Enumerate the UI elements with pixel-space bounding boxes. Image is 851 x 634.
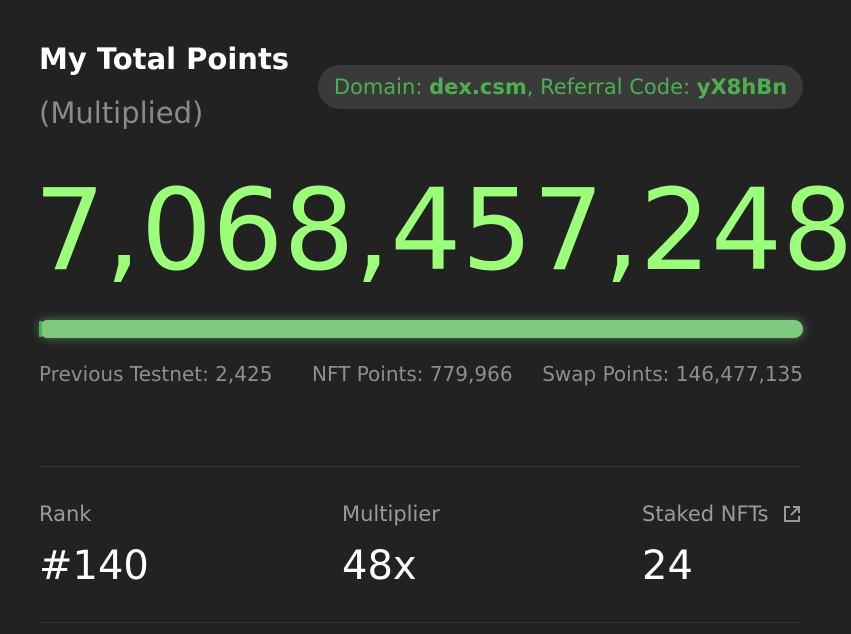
- section-divider-bottom: [39, 622, 803, 623]
- progress-start-marker: [39, 321, 42, 337]
- rank-label: Rank: [39, 502, 92, 526]
- multiplier-value: 48x: [342, 543, 417, 589]
- points-progress-fill: [39, 320, 803, 338]
- staked-nfts-label: Staked NFTs: [642, 502, 769, 526]
- external-link-icon[interactable]: [782, 504, 802, 524]
- swap-points: Swap Points: 146,477,135: [542, 362, 803, 386]
- staked-nfts-value: 24: [642, 543, 693, 589]
- multiplier-label: Multiplier: [342, 502, 440, 526]
- previous-testnet-points: Previous Testnet: 2,425: [39, 362, 273, 386]
- points-progress-bar: [39, 320, 803, 338]
- page-subtitle: (Multiplied): [39, 96, 204, 130]
- referral-badge: Domain: dex.csm, Referral Code: yX8hBn: [318, 65, 803, 109]
- points-card: My Total Points (Multiplied) Domain: dex…: [0, 0, 851, 634]
- section-divider-top: [39, 466, 803, 467]
- referral-separator: ,: [526, 75, 541, 99]
- domain-value: dex.csm: [429, 75, 527, 99]
- staked-nfts-header: Staked NFTs: [642, 502, 802, 526]
- total-points-value: 7,068,457,248: [34, 166, 851, 296]
- page-title: My Total Points: [39, 42, 290, 76]
- referral-code-label: Referral Code:: [540, 75, 697, 99]
- nft-points: NFT Points: 779,966: [312, 362, 513, 386]
- rank-value: #140: [39, 543, 149, 589]
- referral-code-value: yX8hBn: [696, 75, 788, 99]
- domain-label: Domain:: [333, 75, 430, 99]
